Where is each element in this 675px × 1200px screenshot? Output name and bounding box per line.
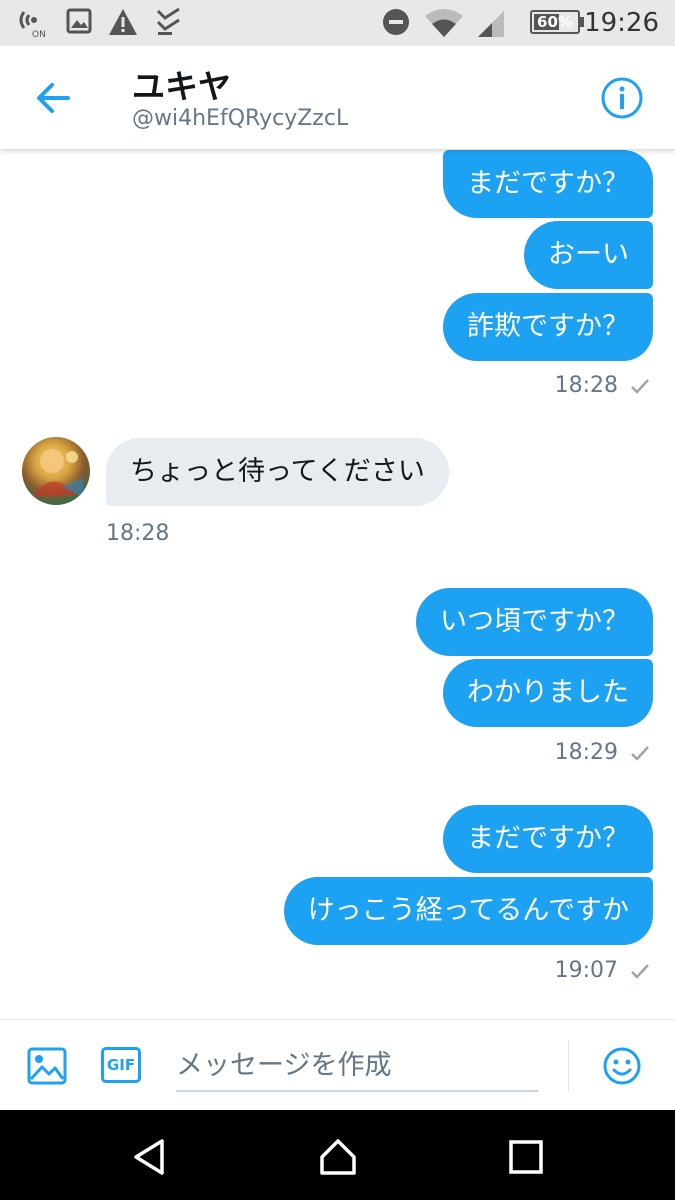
conversation-handle[interactable]: @wi4hEfQRycyZzcL bbox=[132, 106, 348, 131]
avatar-image bbox=[32, 449, 84, 497]
sent-message[interactable]: けっこう経ってるんですか bbox=[283, 877, 653, 945]
conversation-header: ユキヤ @wi4hEfQRycyZzcL bbox=[0, 46, 675, 150]
home-icon[interactable] bbox=[316, 1135, 360, 1179]
svg-text:ON: ON bbox=[32, 30, 46, 38]
signal-icon bbox=[478, 11, 504, 37]
emoji-icon[interactable] bbox=[602, 1046, 642, 1086]
info-icon[interactable] bbox=[600, 76, 644, 120]
sent-message[interactable]: おーい bbox=[524, 221, 653, 289]
gif-icon[interactable]: GIF bbox=[101, 1047, 141, 1083]
sent-message[interactable]: わかりました bbox=[443, 659, 653, 727]
image-icon bbox=[66, 8, 92, 34]
clock: 19:26 bbox=[584, 8, 659, 38]
sent-message[interactable]: いつ頃ですか？ bbox=[416, 588, 653, 656]
back-arrow-icon[interactable] bbox=[32, 78, 76, 118]
system-nav-bar bbox=[0, 1110, 675, 1200]
warning-icon bbox=[109, 9, 137, 35]
nfc-on-icon: ON bbox=[19, 11, 46, 38]
received-message[interactable]: ちょっと待ってください bbox=[106, 438, 449, 506]
wifi-icon bbox=[425, 9, 463, 37]
composer-divider bbox=[568, 1040, 569, 1092]
message-timestamp: 18:28 bbox=[106, 521, 170, 546]
do-not-disturb-icon bbox=[383, 9, 409, 35]
checklist-icon bbox=[156, 8, 180, 35]
sent-message[interactable]: まだですか？ bbox=[443, 150, 653, 218]
image-icon[interactable] bbox=[27, 1047, 67, 1085]
check-icon bbox=[631, 379, 649, 394]
check-icon bbox=[631, 746, 649, 761]
recents-icon[interactable] bbox=[504, 1135, 548, 1179]
message-timestamp: 18:29 bbox=[554, 740, 618, 765]
battery-percent: 60% bbox=[537, 13, 573, 31]
message-timestamp: 18:28 bbox=[554, 373, 618, 398]
sent-message[interactable]: 詐欺ですか？ bbox=[443, 293, 653, 361]
status-bar: ON 60% 19:26 bbox=[0, 0, 675, 46]
message-input[interactable] bbox=[176, 1040, 538, 1092]
avatar[interactable] bbox=[22, 437, 90, 505]
sent-message[interactable]: まだですか？ bbox=[443, 805, 653, 873]
back-triangle-icon[interactable] bbox=[128, 1135, 172, 1179]
message-timestamp: 19:07 bbox=[554, 958, 618, 983]
battery-icon: 60% bbox=[530, 10, 580, 34]
conversation-title[interactable]: ユキヤ bbox=[132, 60, 231, 108]
message-composer: GIF bbox=[0, 1019, 675, 1110]
check-icon bbox=[631, 964, 649, 979]
